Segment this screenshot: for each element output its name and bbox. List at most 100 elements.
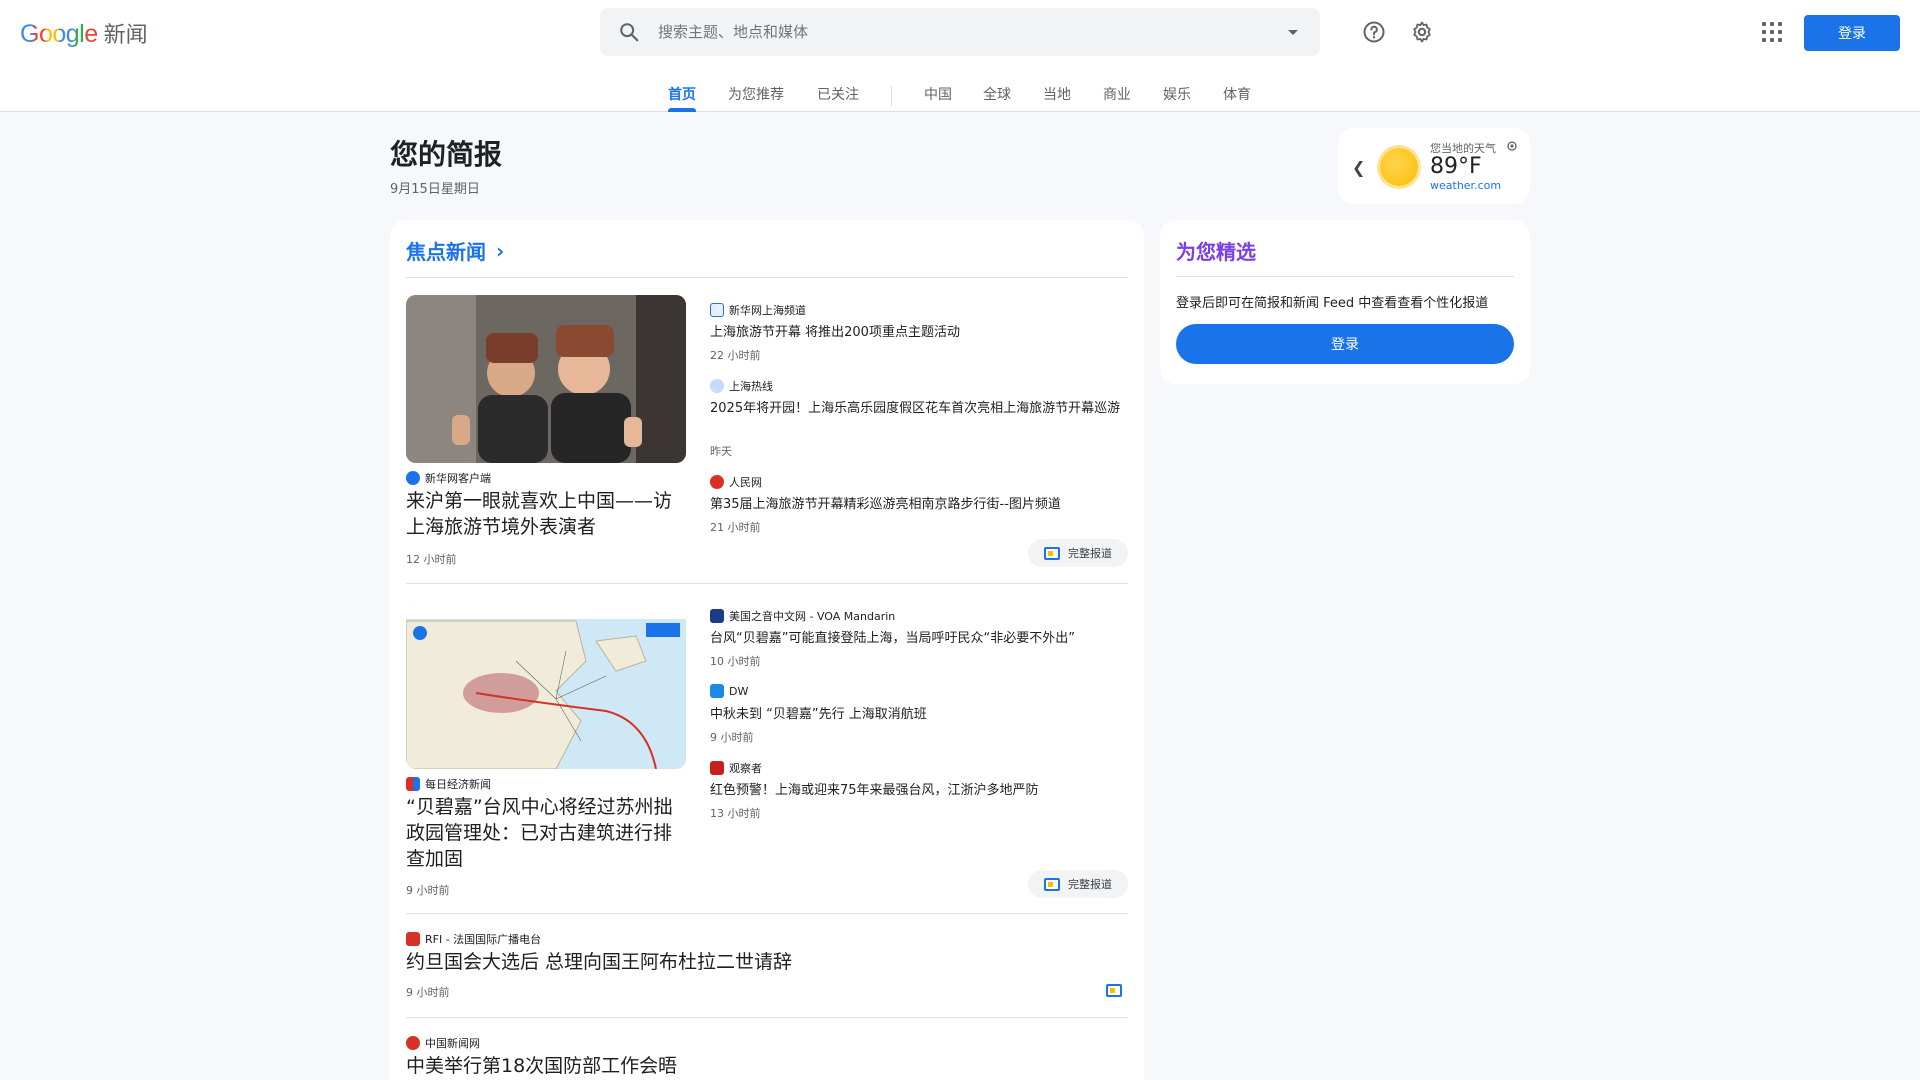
story-source: 每日经济新闻 (406, 776, 491, 792)
top-bar: Google 新闻 登录 首页 为您推荐 已关注 中国 全球 当地 商业 娱乐 … (0, 0, 1920, 112)
story-time: 9 小时前 (406, 986, 450, 999)
tab-for-you[interactable]: 为您推荐 (728, 84, 784, 112)
source-name: 新华网客户端 (425, 472, 491, 485)
story-time: 9 小时前 (406, 884, 450, 897)
peoples-daily-logo-icon (710, 475, 724, 489)
tab-following[interactable]: 已关注 (817, 84, 859, 112)
divider (406, 277, 1128, 278)
shanghai-hotline-logo-icon (710, 379, 724, 393)
story-source: DW (710, 684, 748, 698)
weather-source-link[interactable]: weather.com (1430, 179, 1501, 192)
for-you-title[interactable]: 为您精选 (1176, 236, 1256, 265)
story-source: RFI - 法国国际广播电台 (406, 931, 541, 947)
logo-google-text: Google (20, 20, 98, 48)
source-name: 每日经济新闻 (425, 778, 491, 791)
voa-logo-icon (710, 609, 724, 623)
related-headline[interactable]: 2025年将开园！上海乐高乐园度假区花车首次亮相上海旅游节开幕巡游 (710, 399, 1130, 419)
search-input[interactable] (658, 23, 1288, 41)
source-name: DW (729, 684, 749, 698)
story-headline[interactable]: “贝碧嘉”台风中心将经过苏州拙政园管理处：已对古建筑进行排查加固 (406, 794, 688, 872)
story-time: 22 小时前 (710, 349, 761, 362)
dw-logo-icon (710, 684, 724, 698)
guancha-logo-icon (710, 761, 724, 775)
story-source: 美国之音中文网 - VOA Mandarin (710, 608, 895, 624)
story-source: 新华网上海频道 (710, 302, 806, 318)
full-coverage-icon (1044, 546, 1060, 560)
apps-grid-icon[interactable] (1762, 22, 1782, 42)
for-you-sign-in-button[interactable]: 登录 (1176, 324, 1514, 364)
chevron-left-icon[interactable]: ❮ (1352, 158, 1365, 177)
briefing-date: 9月15日星期日 (390, 182, 480, 197)
help-icon[interactable] (1362, 20, 1386, 44)
top-stories-title: 焦点新闻 (406, 240, 486, 264)
page-title: 您的简报 (390, 138, 503, 171)
full-coverage-icon (1044, 877, 1060, 891)
story-time: 13 小时前 (710, 807, 761, 820)
story-time: 10 小时前 (710, 655, 761, 668)
xinhua-client-logo-icon (406, 471, 420, 485)
nbd-logo-icon (406, 777, 420, 791)
source-name: RFI - 法国国际广播电台 (425, 933, 542, 946)
full-coverage-button[interactable]: 完整报道 (1028, 870, 1128, 898)
related-headline[interactable]: 台风“贝碧嘉”可能直接登陆上海，当局呼吁民众“非必要不外出” (710, 629, 1130, 649)
top-stories-header[interactable]: 焦点新闻 › (406, 236, 504, 265)
rfi-logo-icon (406, 932, 420, 946)
story-headline[interactable]: 来沪第一眼就喜欢上中国——访上海旅游节境外表演者 (406, 488, 688, 540)
tab-china[interactable]: 中国 (924, 84, 952, 112)
full-coverage-label: 完整报道 (1068, 547, 1112, 560)
source-name: 观察者 (729, 762, 762, 775)
chinanews-logo-icon (406, 1036, 420, 1050)
location-target-icon[interactable] (1506, 140, 1518, 152)
full-coverage-button[interactable]: 完整报道 (1028, 539, 1128, 567)
story-source: 观察者 (710, 760, 762, 776)
weather-widget[interactable]: ❮ 您当地的天气 89°F weather.com (1338, 128, 1530, 204)
gear-icon[interactable] (1410, 20, 1434, 44)
divider (1176, 276, 1514, 277)
weather-temperature: 89°F (1430, 154, 1482, 179)
search-icon[interactable] (618, 21, 640, 43)
story-time: 9 小时前 (710, 731, 754, 744)
tab-local[interactable]: 当地 (1043, 84, 1071, 112)
divider (406, 913, 1128, 914)
divider (406, 1017, 1128, 1018)
story-source: 中国新闻网 (406, 1035, 480, 1051)
search-box[interactable] (600, 8, 1320, 56)
full-coverage-icon[interactable] (1106, 984, 1122, 997)
tab-home[interactable]: 首页 (668, 84, 696, 112)
sunny-weather-icon (1380, 148, 1418, 186)
story-image-festival-performers[interactable] (406, 295, 686, 463)
logo-product-text: 新闻 (103, 23, 148, 48)
source-name: 人民网 (729, 476, 762, 489)
tab-entertainment[interactable]: 娱乐 (1163, 84, 1191, 112)
related-headline[interactable]: 红色预警！上海或迎来75年来最强台风，江浙沪多地严防 (710, 781, 1130, 801)
search-options-chevron-down-icon[interactable] (1288, 29, 1298, 35)
story-source: 人民网 (710, 474, 762, 490)
story-source: 上海热线 (710, 378, 773, 394)
related-headline[interactable]: 中秋未到 “贝碧嘉”先行 上海取消航班 (710, 705, 1130, 725)
story-time: 21 小时前 (710, 521, 761, 534)
google-news-logo[interactable]: Google 新闻 (20, 17, 148, 49)
related-headline[interactable]: 上海旅游节开幕 将推出200项重点主题活动 (710, 323, 1130, 343)
chevron-right-icon: › (496, 238, 505, 263)
for-you-card: 为您精选 登录后即可在简报和新闻 Feed 中查看查看个性化报道 登录 (1160, 220, 1530, 384)
related-headline[interactable]: 第35届上海旅游节开幕精彩巡游亮相南京路步行街--图片频道 (710, 495, 1130, 515)
xinhua-shanghai-logo-icon (710, 303, 724, 317)
divider (406, 583, 1128, 584)
sign-in-button[interactable]: 登录 (1804, 15, 1900, 51)
source-name: 上海热线 (729, 380, 773, 393)
top-stories-card: 焦点新闻 › 新华网客户端 来沪第一眼就喜欢上中国——访上海旅游节境外表演者 1… (390, 220, 1144, 1080)
tab-sports[interactable]: 体育 (1223, 84, 1251, 112)
story-image-typhoon-map[interactable] (406, 601, 686, 769)
story-time: 昨天 (710, 445, 732, 458)
source-name: 新华网上海频道 (729, 304, 806, 317)
story-time: 12 小时前 (406, 553, 457, 566)
for-you-description: 登录后即可在简报和新闻 Feed 中查看查看个性化报道 (1176, 296, 1489, 311)
story-source: 新华网客户端 (406, 470, 491, 486)
section-tabs: 首页 为您推荐 已关注 中国 全球 当地 商业 娱乐 体育 (0, 84, 1920, 112)
tab-business[interactable]: 商业 (1103, 84, 1131, 112)
tab-world[interactable]: 全球 (983, 84, 1011, 112)
story-headline[interactable]: 中美举行第18次国防部工作会晤 (406, 1053, 1006, 1079)
source-name: 美国之音中文网 - VOA Mandarin (729, 610, 896, 623)
story-headline[interactable]: 约旦国会大选后 总理向国王阿布杜拉二世请辞 (406, 949, 1006, 975)
full-coverage-label: 完整报道 (1068, 878, 1112, 891)
